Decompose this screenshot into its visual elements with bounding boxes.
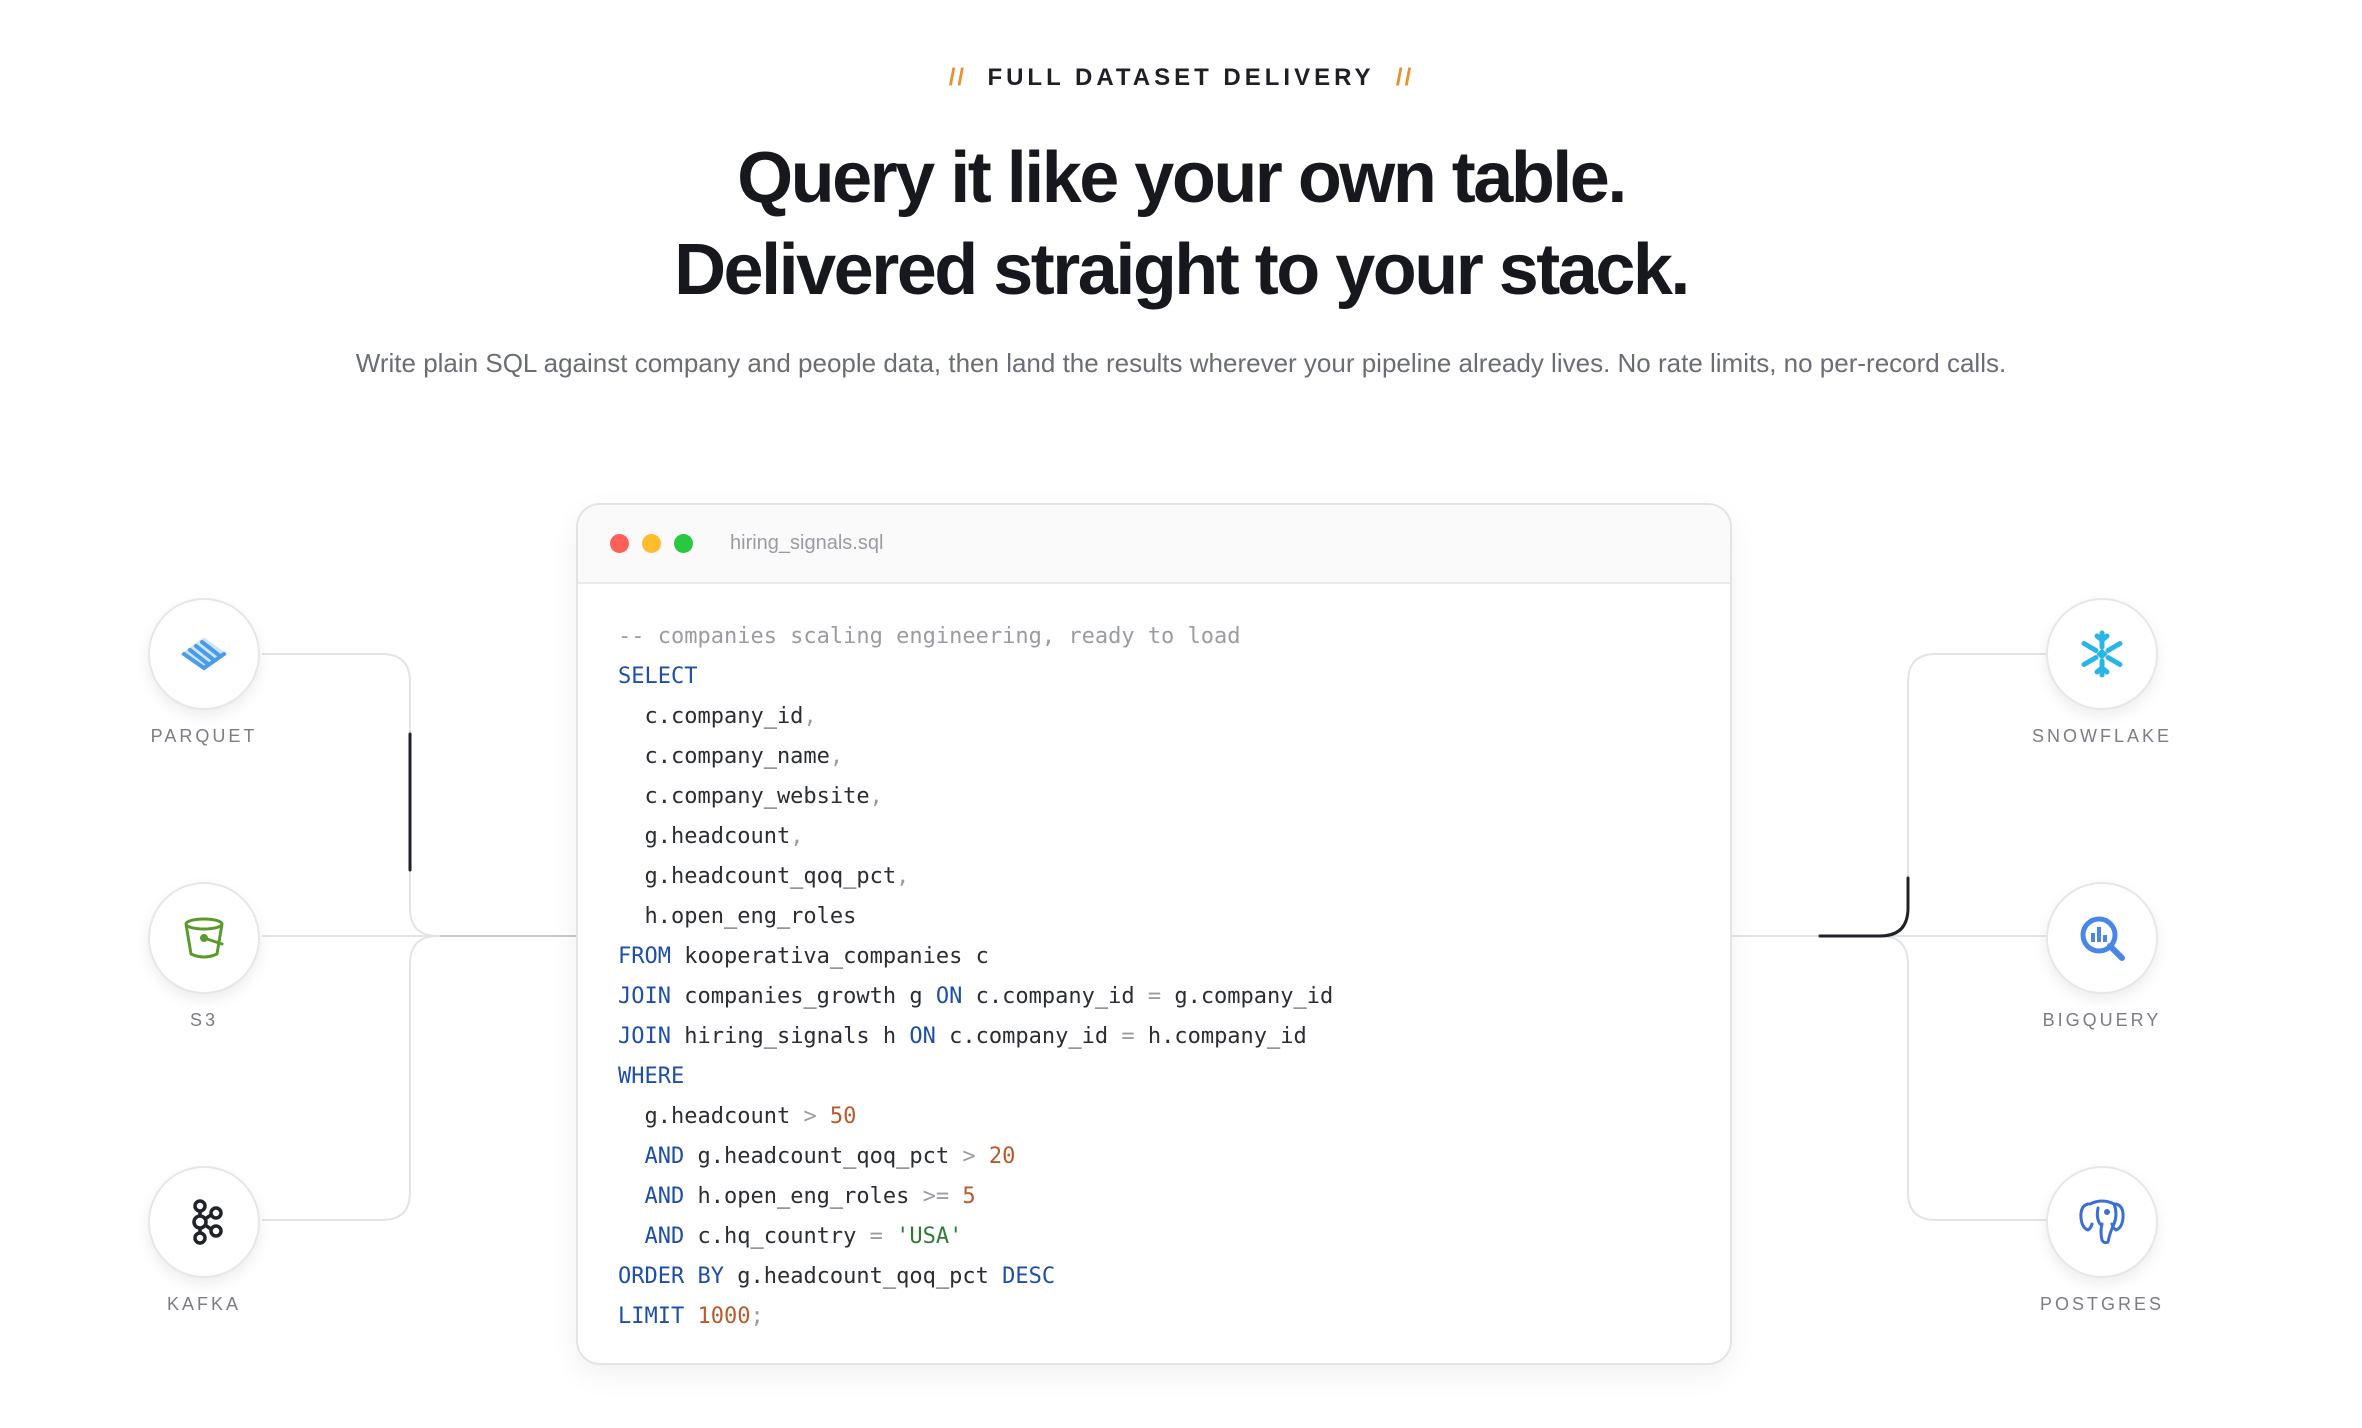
code-token-id: kooperativa_companies c bbox=[670, 944, 989, 969]
code-line: AND h.open_eng_roles >= 5 bbox=[618, 1177, 1333, 1217]
code-line: c.company_name, bbox=[618, 737, 1333, 777]
code-token-id: companies_growth g bbox=[670, 984, 936, 1009]
code-line: LIMIT 1000; bbox=[618, 1297, 1333, 1337]
code-token-id: g.company_id bbox=[1161, 984, 1334, 1009]
code-token-id: g.headcount_qoq_pct bbox=[684, 1144, 963, 1169]
code-token-id: hiring_signals h bbox=[670, 1024, 910, 1049]
code-line: JOIN companies_growth g ON c.company_id … bbox=[618, 977, 1333, 1017]
code-token-comment: -- companies scaling engineering, ready … bbox=[618, 624, 1241, 649]
code-line: h.open_eng_roles bbox=[618, 897, 1333, 937]
window-close-button[interactable] bbox=[610, 534, 629, 553]
code-token-str: 'USA' bbox=[882, 1224, 963, 1249]
code-token-kw: ORDER BY bbox=[618, 1264, 724, 1289]
code-token-op: = bbox=[1147, 984, 1162, 1009]
code-token-punct: , bbox=[829, 744, 844, 769]
code-line: AND g.headcount_qoq_pct > 20 bbox=[618, 1137, 1333, 1177]
code-token-punct: , bbox=[803, 704, 817, 729]
code-token-id: h.open_eng_roles bbox=[618, 904, 857, 929]
code-token-punct: ; bbox=[750, 1304, 764, 1329]
code-token-op: = bbox=[869, 1224, 883, 1249]
code-line: c.company_website, bbox=[618, 777, 1333, 817]
code-token-id: c.company_name bbox=[618, 744, 830, 769]
code-line: g.headcount_qoq_pct, bbox=[618, 857, 1333, 897]
source-s3[interactable] bbox=[148, 882, 260, 994]
s3-bucket-icon bbox=[184, 917, 224, 959]
code-token-id: c.company_id bbox=[935, 1024, 1122, 1049]
code-token-id: c.hq_country bbox=[684, 1224, 870, 1249]
code-token-op: = bbox=[1121, 1024, 1135, 1049]
code-token-id: h.open_eng_roles bbox=[684, 1184, 923, 1209]
postgres-elephant-icon bbox=[2079, 1199, 2125, 1245]
connector-postgres bbox=[1879, 935, 2056, 1221]
source-label-kafka: KAFKA bbox=[166, 1294, 242, 1314]
code-token-id: h.company_id bbox=[1134, 1024, 1307, 1049]
code-token-kw: AND bbox=[618, 1224, 685, 1249]
code-token-id: c.company_id bbox=[962, 984, 1148, 1009]
code-token-id: g.headcount_qoq_pct bbox=[723, 1264, 1003, 1289]
code-token-punct: , bbox=[790, 824, 804, 849]
code-token-op: > bbox=[962, 1144, 976, 1169]
destination-label-snowflake: SNOWFLAKE bbox=[2031, 726, 2173, 746]
destination-postgres[interactable] bbox=[2046, 1166, 2158, 1278]
code-line: FROM kooperativa_companies c bbox=[618, 937, 1333, 977]
editor-filename: hiring_signals.sql bbox=[730, 532, 884, 554]
code-token-op: > bbox=[803, 1104, 817, 1129]
code-token-kw: LIMIT bbox=[618, 1304, 685, 1329]
code-token-num: 20 bbox=[975, 1144, 1016, 1169]
snowflake-icon bbox=[2081, 630, 2123, 678]
destination-label-bigquery: BIGQUERY bbox=[2042, 1010, 2162, 1030]
connector-snowflake bbox=[1879, 653, 2056, 937]
connector-kafka bbox=[262, 935, 439, 1221]
code-token-kw: AND bbox=[618, 1184, 685, 1209]
source-kafka[interactable] bbox=[148, 1166, 260, 1278]
flow-pulse-right bbox=[1818, 876, 1910, 938]
code-token-kw: AND bbox=[618, 1144, 685, 1169]
code-line: g.headcount, bbox=[618, 817, 1333, 857]
code-token-id: g.headcount_qoq_pct bbox=[618, 864, 897, 889]
code-token-kw: DESC bbox=[1002, 1264, 1056, 1289]
code-line: ORDER BY g.headcount_qoq_pct DESC bbox=[618, 1257, 1333, 1297]
destination-label-postgres: POSTGRES bbox=[2039, 1294, 2165, 1314]
code-token-id: g.headcount bbox=[618, 824, 791, 849]
kafka-icon bbox=[192, 1199, 223, 1245]
code-token-op: >= bbox=[922, 1184, 950, 1209]
source-parquet[interactable] bbox=[148, 598, 260, 710]
code-token-num: 50 bbox=[816, 1104, 857, 1129]
code-token-kw: JOIN bbox=[618, 984, 671, 1009]
source-label-parquet: PARQUET bbox=[150, 726, 258, 746]
sql-editor-window: hiring_signals.sql -- companies scaling … bbox=[576, 503, 1732, 1365]
parquet-icon bbox=[180, 637, 228, 671]
connector-parquet bbox=[262, 653, 439, 937]
code-token-kw: WHERE bbox=[618, 1064, 685, 1089]
window-maximize-button[interactable] bbox=[674, 534, 693, 553]
code-token-kw: ON bbox=[935, 984, 963, 1009]
code-token-kw: FROM bbox=[618, 944, 671, 969]
code-line: SELECT bbox=[618, 657, 1333, 697]
source-label-s3: S3 bbox=[189, 1010, 219, 1030]
code-token-kw: JOIN bbox=[618, 1024, 671, 1049]
code-line: JOIN hiring_signals h ON c.company_id = … bbox=[618, 1017, 1333, 1057]
code-token-kw: SELECT bbox=[618, 664, 698, 689]
editor-title-bar: hiring_signals.sql bbox=[578, 505, 1730, 584]
sql-code-block[interactable]: -- companies scaling engineering, ready … bbox=[618, 617, 1333, 1337]
destination-bigquery[interactable] bbox=[2046, 882, 2158, 994]
code-line: -- companies scaling engineering, ready … bbox=[618, 617, 1333, 657]
window-minimize-button[interactable] bbox=[642, 534, 661, 553]
code-token-id: g.headcount bbox=[618, 1104, 804, 1129]
destination-snowflake[interactable] bbox=[2046, 598, 2158, 710]
code-line: AND c.hq_country = 'USA' bbox=[618, 1217, 1333, 1257]
bigquery-icon bbox=[2080, 916, 2125, 961]
code-token-punct: , bbox=[869, 784, 883, 809]
code-line: WHERE bbox=[618, 1057, 1333, 1097]
code-token-num: 5 bbox=[949, 1184, 976, 1209]
code-line: g.headcount > 50 bbox=[618, 1097, 1333, 1137]
code-token-id: c.company_id bbox=[618, 704, 804, 729]
code-line: c.company_id, bbox=[618, 697, 1333, 737]
code-token-kw: ON bbox=[909, 1024, 936, 1049]
code-token-punct: , bbox=[896, 864, 910, 889]
code-token-id: c.company_website bbox=[618, 784, 870, 809]
code-token-num: 1000 bbox=[684, 1304, 751, 1329]
